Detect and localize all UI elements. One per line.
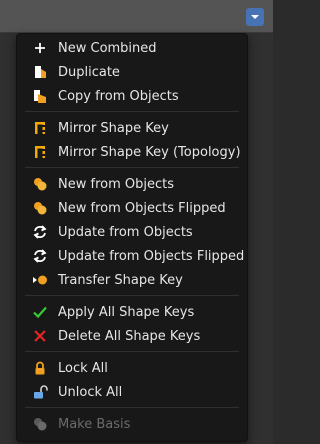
menu-item-label: Update from Objects <box>58 224 193 240</box>
menu-item-duplicate[interactable]: Duplicate <box>17 61 247 83</box>
menu-item-label: Lock All <box>58 360 108 376</box>
x-icon <box>32 328 48 344</box>
new-from-objects-icon <box>32 176 48 192</box>
update-icon <box>32 224 48 240</box>
mirror-icon <box>32 144 48 160</box>
transfer-icon <box>32 272 48 288</box>
plus-icon <box>32 40 48 56</box>
menu-item-label: Unlock All <box>58 384 123 400</box>
checkmark-icon <box>32 304 48 320</box>
menu-item-label: Apply All Shape Keys <box>58 304 195 320</box>
menu-item-transfer-shape-key[interactable]: Transfer Shape Key <box>17 269 247 291</box>
menu-item-label: Update from Objects Flipped <box>58 248 245 264</box>
menu-item-label: New from Objects Flipped <box>58 200 226 216</box>
menu-separator <box>25 111 239 112</box>
panel-header <box>0 0 273 33</box>
duplicate-icon <box>32 64 48 80</box>
menu-item-label: Make Basis <box>58 416 131 432</box>
menu-item-label: Mirror Shape Key (Topology) <box>58 144 241 160</box>
menu-item-new-from-objects-flipped[interactable]: New from Objects Flipped <box>17 197 247 219</box>
menu-item-label: Delete All Shape Keys <box>58 328 201 344</box>
menu-item-update-from-objects[interactable]: Update from Objects <box>17 221 247 243</box>
menu-item-copy-from-objects[interactable]: Copy from Objects <box>17 85 247 107</box>
menu-item-update-from-objects-flipped[interactable]: Update from Objects Flipped <box>17 245 247 267</box>
unlock-icon <box>32 384 48 400</box>
update-icon <box>32 248 48 264</box>
lock-icon <box>32 360 48 376</box>
menu-item-new-combined[interactable]: New Combined <box>17 37 247 59</box>
menu-separator <box>25 167 239 168</box>
menu-item-delete-all-shape-keys[interactable]: Delete All Shape Keys <box>17 325 247 347</box>
menu-separator <box>25 351 239 352</box>
menu-item-mirror-shape-key-topology[interactable]: Mirror Shape Key (Topology) <box>17 141 247 163</box>
shape-key-specials-menu: New Combined Duplicate Copy from Objects <box>16 33 248 442</box>
menu-item-apply-all-shape-keys[interactable]: Apply All Shape Keys <box>17 301 247 323</box>
menu-item-mirror-shape-key[interactable]: Mirror Shape Key <box>17 117 247 139</box>
menu-item-label: Duplicate <box>58 64 120 80</box>
menu-item-label: New from Objects <box>58 176 174 192</box>
make-basis-icon <box>32 416 48 432</box>
menu-item-unlock-all[interactable]: Unlock All <box>17 381 247 403</box>
menu-separator <box>25 407 239 408</box>
menu-item-label: Mirror Shape Key <box>58 120 169 136</box>
mirror-icon <box>32 120 48 136</box>
menu-item-new-from-objects[interactable]: New from Objects <box>17 173 247 195</box>
specials-menu-button[interactable] <box>246 8 264 26</box>
menu-item-lock-all[interactable]: Lock All <box>17 357 247 379</box>
copy-from-objects-icon <box>32 88 48 104</box>
menu-item-label: Transfer Shape Key <box>58 272 183 288</box>
chevron-down-icon <box>251 15 259 19</box>
new-from-objects-icon <box>32 200 48 216</box>
menu-item-label: New Combined <box>58 40 157 56</box>
menu-separator <box>25 295 239 296</box>
menu-item-make-basis: Make Basis <box>17 413 247 435</box>
menu-item-label: Copy from Objects <box>58 88 179 104</box>
